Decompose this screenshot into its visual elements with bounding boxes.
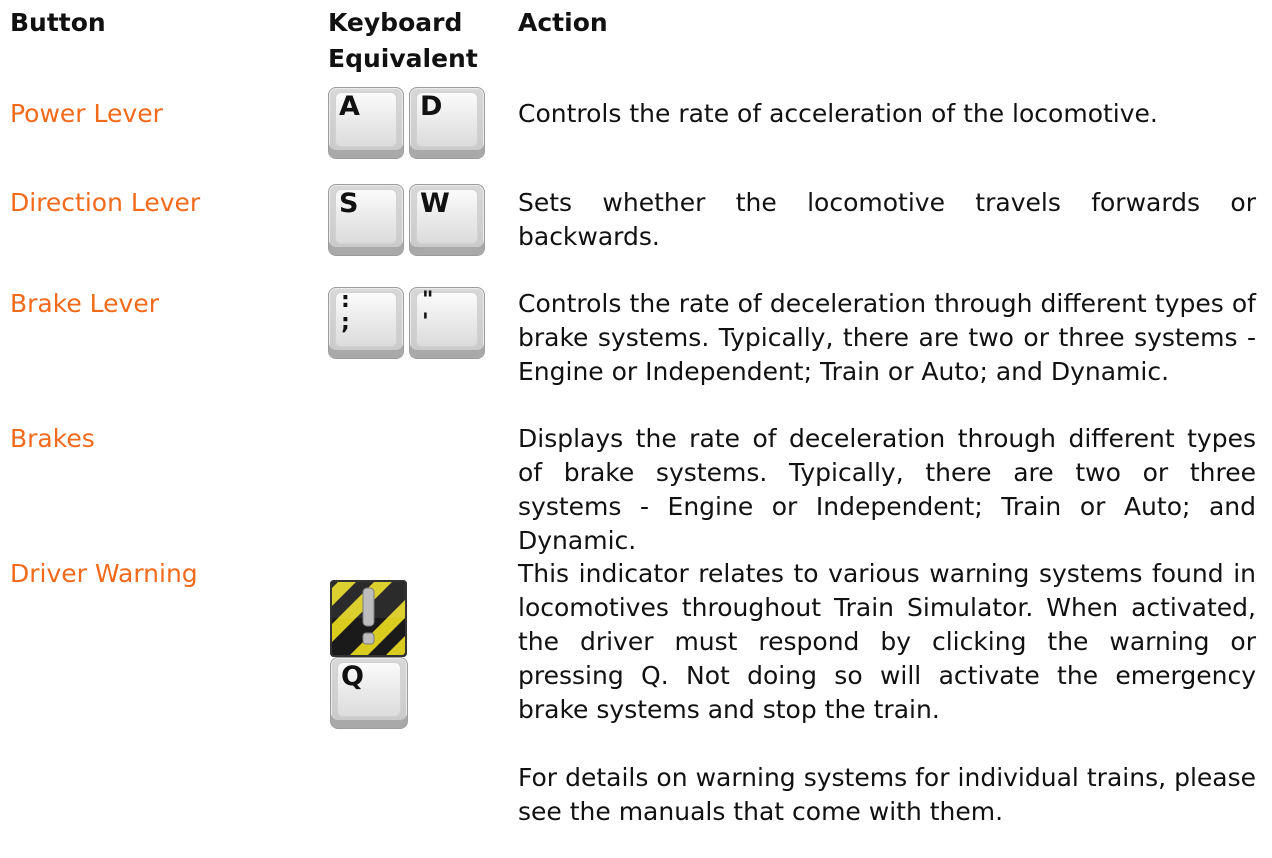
column-header-keyboard-line2: Equivalent (328, 44, 478, 73)
column-header-keyboard-line1: Keyboard (328, 8, 463, 37)
key-glyph-lower: ; (341, 310, 350, 335)
column-header-action: Action (518, 8, 608, 37)
row-action-driver-warning: This indicator relates to various warnin… (518, 559, 1256, 724)
key-glyph: Q (341, 661, 364, 692)
row-action-direction-lever: Sets whether the locomotive travels forw… (518, 188, 1256, 251)
key-glyph: D (420, 91, 443, 122)
key-w[interactable]: W (409, 184, 485, 256)
key-glyph: S (339, 188, 359, 219)
row-action-power-lever: Controls the rate of acceleration of the… (518, 99, 1158, 128)
key-colon-semicolon[interactable]: : ; (328, 287, 404, 359)
key-q[interactable]: Q (330, 657, 408, 729)
key-glyph-lower: ' (422, 310, 429, 335)
row-label-brake-lever: Brake Lever (10, 289, 159, 318)
warning-stripes-graphic (332, 582, 405, 655)
key-s[interactable]: S (328, 184, 404, 256)
key-glyph-upper: : (341, 288, 350, 313)
row-action-brakes: Displays the rate of deceleration throug… (518, 424, 1256, 555)
key-glyph: W (420, 188, 450, 219)
row-action-brake-lever: Controls the rate of deceleration throug… (518, 289, 1256, 386)
row-label-driver-warning: Driver Warning (10, 559, 198, 588)
key-glyph: A (339, 91, 360, 122)
row-label-power-lever: Power Lever (10, 99, 163, 128)
row-label-brakes: Brakes (10, 424, 95, 453)
key-a[interactable]: A (328, 87, 404, 159)
driver-warning-icon[interactable] (330, 580, 407, 657)
key-glyph-upper: " (422, 288, 434, 313)
column-header-button: Button (10, 8, 106, 37)
row-label-direction-lever: Direction Lever (10, 188, 201, 217)
key-quote-apostrophe[interactable]: " ' (409, 287, 485, 359)
row-action-driver-warning-details: For details on warning systems for indiv… (518, 763, 1256, 826)
key-d[interactable]: D (409, 87, 485, 159)
